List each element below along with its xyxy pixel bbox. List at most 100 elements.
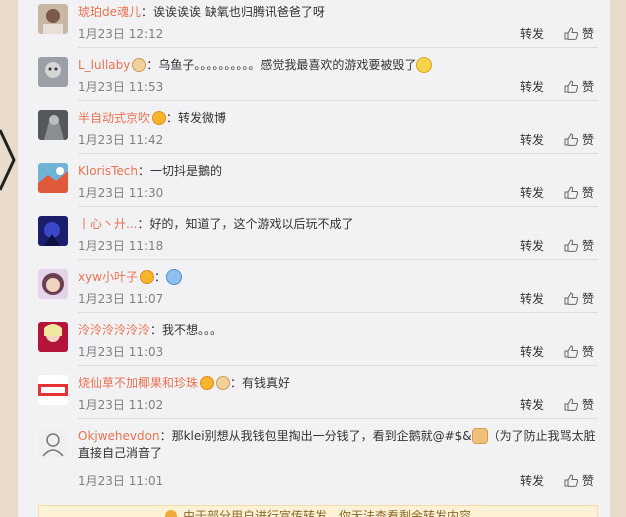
divider bbox=[78, 259, 598, 260]
repost-button[interactable]: 转发 bbox=[520, 290, 544, 307]
timestamp: 1月23日 11:18 bbox=[78, 239, 164, 253]
username-link[interactable]: 半自动式京吹 bbox=[78, 111, 150, 125]
like-button[interactable]: 赞 bbox=[564, 343, 594, 360]
like-label: 赞 bbox=[582, 186, 595, 200]
repost-button[interactable]: 转发 bbox=[520, 396, 544, 413]
comment-meta: 1月23日 11:02 转发 赞 bbox=[78, 396, 598, 412]
background-decoration bbox=[0, 129, 16, 191]
comment-text: 泠泠泠泠泠泠：我不想。。。 bbox=[78, 322, 598, 339]
notice-text: 由于部分用户进行宣传转发，你无法查看剩余转发内容 bbox=[182, 509, 471, 517]
avatar[interactable] bbox=[38, 428, 68, 458]
avatar[interactable] bbox=[38, 216, 68, 246]
like-button[interactable]: 赞 bbox=[564, 131, 594, 148]
like-label: 赞 bbox=[582, 80, 595, 94]
divider bbox=[78, 365, 598, 366]
timestamp: 1月23日 11:53 bbox=[78, 80, 164, 94]
divider bbox=[78, 153, 598, 154]
comment-meta: 1月23日 11:07 转发 赞 bbox=[78, 290, 598, 306]
repost-button[interactable]: 转发 bbox=[520, 131, 544, 148]
username-link[interactable]: 丨心丶廾... bbox=[78, 217, 137, 231]
comment-text: 烧仙草不加椰果和珍珠 ：有钱真好 bbox=[78, 375, 598, 392]
repost-button[interactable]: 转发 bbox=[520, 343, 544, 360]
vip-badge-icon bbox=[140, 270, 155, 284]
comment-meta: 1月23日 11:42 转发 赞 bbox=[78, 131, 598, 147]
comment-meta: 1月23日 11:30 转发 赞 bbox=[78, 184, 598, 200]
comment-body: ：诶诶诶诶 缺氧也归腾讯爸爸了呀 bbox=[141, 5, 325, 19]
comment-body: ：我不想。。。 bbox=[150, 323, 223, 337]
like-button[interactable]: 赞 bbox=[564, 237, 594, 254]
like-label: 赞 bbox=[582, 239, 595, 253]
comment-text: 半自动式京吹 ：转发微博 bbox=[78, 110, 598, 127]
like-label: 赞 bbox=[582, 292, 595, 306]
comment-body: ：好的，知道了，这个游戏以后玩不成了 bbox=[137, 217, 354, 231]
repost-button[interactable]: 转发 bbox=[520, 237, 544, 254]
repost-button[interactable]: 转发 bbox=[520, 472, 544, 489]
like-button[interactable]: 赞 bbox=[564, 184, 594, 201]
thumbs-up-icon bbox=[564, 133, 578, 146]
comment-text: 丨心丶廾...：好的，知道了，这个游戏以后玩不成了 bbox=[78, 216, 598, 233]
comment-meta: 1月23日 11:53 转发 赞 bbox=[78, 78, 598, 94]
member-badge-icon bbox=[132, 58, 147, 72]
avatar[interactable] bbox=[38, 163, 68, 193]
vip-badge-icon bbox=[200, 376, 215, 390]
comment-text: KlorisTech：一切抖是鵝的 bbox=[78, 163, 598, 180]
comment-list-card: 琥珀de魂儿：诶诶诶诶 缺氧也归腾讯爸爸了呀 1月23日 12:12 转发 赞 … bbox=[18, 0, 610, 517]
username-link[interactable]: Okjwehevdon bbox=[78, 429, 160, 443]
thumbs-up-icon bbox=[564, 27, 578, 40]
divider bbox=[78, 47, 598, 48]
avatar[interactable] bbox=[38, 269, 68, 299]
thumbs-up-icon bbox=[564, 80, 578, 93]
thumbs-up-icon bbox=[564, 292, 578, 305]
avatar[interactable] bbox=[38, 4, 68, 34]
like-button[interactable]: 赞 bbox=[564, 396, 594, 413]
divider bbox=[78, 206, 598, 207]
thumbs-up-icon bbox=[564, 398, 578, 411]
repost-button[interactable]: 转发 bbox=[520, 25, 544, 42]
repost-button[interactable]: 转发 bbox=[520, 184, 544, 201]
like-button[interactable]: 赞 bbox=[564, 472, 594, 489]
like-button[interactable]: 赞 bbox=[564, 78, 594, 95]
vip-badge-icon bbox=[152, 111, 167, 125]
timestamp: 1月23日 12:12 bbox=[78, 27, 164, 41]
avatar[interactable] bbox=[38, 57, 68, 87]
thumbs-up-icon bbox=[564, 345, 578, 358]
timestamp: 1月23日 11:30 bbox=[78, 186, 164, 200]
avatar[interactable] bbox=[38, 110, 68, 140]
comment-text: L_lullaby ：乌鱼子。。。。。。。。。。感觉我最喜欢的游戏要被毁了 bbox=[78, 57, 598, 74]
praying-hands-emoji-icon bbox=[471, 428, 488, 444]
username-link[interactable]: 泠泠泠泠泠泠 bbox=[78, 323, 150, 337]
like-label: 赞 bbox=[582, 474, 595, 488]
like-button[interactable]: 赞 bbox=[564, 290, 594, 307]
doraemon-emoji-icon bbox=[166, 269, 183, 285]
comment-text: xyw小叶子 ： bbox=[78, 269, 598, 286]
comment-meta: 1月23日 11:18 转发 赞 bbox=[78, 237, 598, 253]
username-link[interactable]: 烧仙草不加椰果和珍珠 bbox=[78, 376, 198, 390]
repost-button[interactable]: 转发 bbox=[520, 78, 544, 95]
comment-text: Okjwehevdon：那klei别想从我钱包里掏出一分钱了，看到企鹅就@#$&… bbox=[78, 428, 598, 462]
comment-body: ：一切抖是鵝的 bbox=[137, 164, 222, 178]
comment-meta: 1月23日 12:12 转发 赞 bbox=[78, 25, 598, 41]
username-link[interactable]: 琥珀de魂儿 bbox=[78, 5, 141, 19]
timestamp: 1月23日 11:03 bbox=[78, 345, 164, 359]
username-link[interactable]: xyw小叶子 bbox=[78, 270, 138, 284]
like-button[interactable]: 赞 bbox=[564, 25, 594, 42]
thumbs-up-icon bbox=[564, 474, 578, 487]
avatar[interactable] bbox=[38, 375, 68, 405]
divider bbox=[78, 100, 598, 101]
timestamp: 1月23日 11:07 bbox=[78, 292, 164, 306]
timestamp: 1月23日 11:01 bbox=[78, 474, 164, 488]
comment-meta: 1月23日 11:01 转发 赞 bbox=[78, 472, 598, 488]
restricted-notice-banner: 由于部分用户进行宣传转发，你无法查看剩余转发内容 bbox=[38, 505, 598, 517]
like-label: 赞 bbox=[582, 345, 595, 359]
avatar[interactable] bbox=[38, 322, 68, 352]
comment-body: ：转发微博 bbox=[166, 111, 227, 125]
comment-meta: 1月23日 11:03 转发 赞 bbox=[78, 343, 598, 359]
comment-body: ：有钱真好 bbox=[230, 376, 291, 390]
comment-body: ： bbox=[154, 270, 167, 284]
username-link[interactable]: KlorisTech bbox=[78, 164, 138, 178]
comment-body: ：那klei别想从我钱包里掏出一分钱了，看到企鹅就@#$& bbox=[159, 429, 472, 443]
timestamp: 1月23日 11:02 bbox=[78, 398, 164, 412]
like-label: 赞 bbox=[582, 398, 595, 412]
like-label: 赞 bbox=[582, 27, 595, 41]
username-link[interactable]: L_lullaby bbox=[78, 58, 130, 72]
